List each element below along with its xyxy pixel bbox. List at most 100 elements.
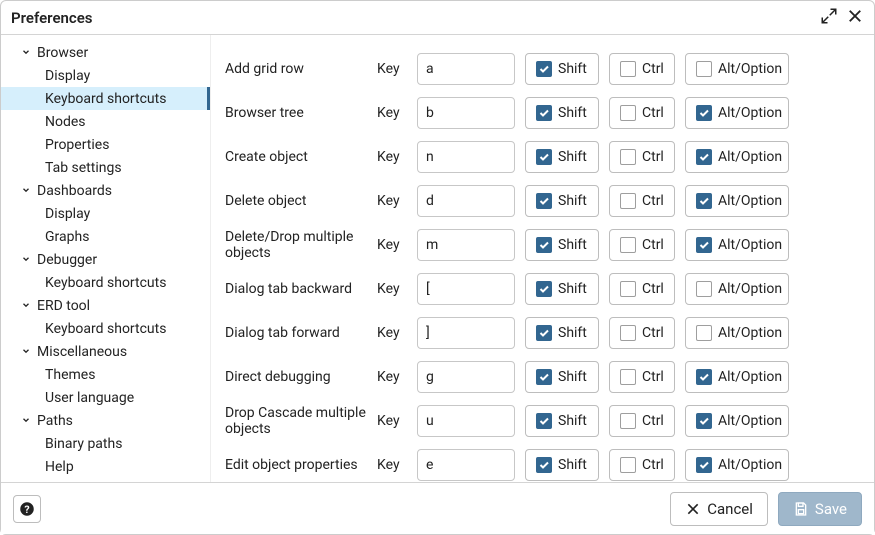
tree-item[interactable]: Display [1,202,210,225]
tree-item[interactable]: Properties [1,133,210,156]
ctrl-toggle[interactable]: Ctrl [609,141,675,173]
ctrl-toggle[interactable]: Ctrl [609,449,675,481]
key-input[interactable] [417,229,515,261]
tree-section[interactable]: ERD tool [1,294,210,317]
key-input[interactable] [417,449,515,481]
alt-toggle[interactable]: Alt/Option [685,361,789,393]
key-input[interactable] [417,53,515,85]
shift-checkbox[interactable] [536,413,552,429]
shift-toggle[interactable]: Shift [525,185,599,217]
cancel-button[interactable]: Cancel [670,492,768,526]
alt-toggle[interactable]: Alt/Option [685,317,789,349]
save-button[interactable]: Save [778,492,862,526]
alt-toggle[interactable]: Alt/Option [685,97,789,129]
ctrl-checkbox[interactable] [620,237,636,253]
ctrl-checkbox[interactable] [620,457,636,473]
shift-toggle[interactable]: Shift [525,273,599,305]
shift-toggle[interactable]: Shift [525,229,599,261]
tree-item[interactable]: Help [1,455,210,478]
shift-checkbox[interactable] [536,193,552,209]
ctrl-checkbox[interactable] [620,369,636,385]
alt-toggle[interactable]: Alt/Option [685,185,789,217]
tree-item[interactable]: Keyboard shortcuts [1,271,210,294]
shift-toggle[interactable]: Shift [525,361,599,393]
ctrl-label: Ctrl [642,325,664,341]
preferences-tree[interactable]: BrowserDisplayKeyboard shortcutsNodesPro… [1,35,211,483]
ctrl-checkbox[interactable] [620,105,636,121]
shift-checkbox[interactable] [536,149,552,165]
alt-toggle[interactable]: Alt/Option [685,449,789,481]
shift-checkbox[interactable] [536,457,552,473]
alt-toggle[interactable]: Alt/Option [685,405,789,437]
key-input[interactable] [417,141,515,173]
alt-checkbox[interactable] [696,61,712,77]
alt-checkbox[interactable] [696,237,712,253]
shift-toggle[interactable]: Shift [525,449,599,481]
tree-item[interactable]: Tab settings [1,156,210,179]
ctrl-toggle[interactable]: Ctrl [609,185,675,217]
ctrl-checkbox[interactable] [620,281,636,297]
shift-toggle[interactable]: Shift [525,97,599,129]
tree-item[interactable]: Keyboard shortcuts [1,87,210,110]
shift-checkbox[interactable] [536,281,552,297]
alt-toggle[interactable]: Alt/Option [685,273,789,305]
ctrl-checkbox[interactable] [620,413,636,429]
alt-checkbox[interactable] [696,325,712,341]
shift-checkbox[interactable] [536,237,552,253]
alt-checkbox[interactable] [696,281,712,297]
tree-item[interactable]: Keyboard shortcuts [1,317,210,340]
tree-item[interactable]: Display [1,64,210,87]
shift-toggle[interactable]: Shift [525,317,599,349]
tree-item[interactable]: Themes [1,363,210,386]
tree-section[interactable]: Miscellaneous [1,340,210,363]
key-input[interactable] [417,361,515,393]
shortcut-label: Dialog tab backward [219,281,367,297]
alt-checkbox[interactable] [696,149,712,165]
tree-item[interactable]: Binary paths [1,432,210,455]
tree-item-label: Display [45,68,90,84]
ctrl-toggle[interactable]: Ctrl [609,317,675,349]
alt-checkbox[interactable] [696,105,712,121]
alt-checkbox[interactable] [696,413,712,429]
alt-checkbox[interactable] [696,369,712,385]
ctrl-toggle[interactable]: Ctrl [609,273,675,305]
key-input[interactable] [417,185,515,217]
key-input[interactable] [417,317,515,349]
alt-toggle[interactable]: Alt/Option [685,53,789,85]
shift-toggle[interactable]: Shift [525,405,599,437]
ctrl-toggle[interactable]: Ctrl [609,361,675,393]
shift-toggle[interactable]: Shift [525,53,599,85]
ctrl-checkbox[interactable] [620,325,636,341]
ctrl-checkbox[interactable] [620,61,636,77]
tree-section[interactable]: Browser [1,41,210,64]
ctrl-toggle[interactable]: Ctrl [609,405,675,437]
alt-toggle[interactable]: Alt/Option [685,141,789,173]
close-icon[interactable] [846,7,864,29]
key-input[interactable] [417,97,515,129]
key-input[interactable] [417,405,515,437]
shift-checkbox[interactable] [536,369,552,385]
alt-checkbox[interactable] [696,193,712,209]
tree-section[interactable]: Debugger [1,248,210,271]
alt-checkbox[interactable] [696,457,712,473]
ctrl-toggle[interactable]: Ctrl [609,97,675,129]
key-input[interactable] [417,273,515,305]
expand-icon[interactable] [820,7,838,29]
ctrl-toggle[interactable]: Ctrl [609,53,675,85]
shift-checkbox[interactable] [536,61,552,77]
tree-section[interactable]: Dashboards [1,179,210,202]
shortcut-label: Dialog tab forward [219,325,367,341]
tree-item[interactable]: Nodes [1,110,210,133]
shift-toggle[interactable]: Shift [525,141,599,173]
alt-toggle[interactable]: Alt/Option [685,229,789,261]
shift-checkbox[interactable] [536,105,552,121]
tree-item[interactable]: User language [1,386,210,409]
key-column-label: Key [377,413,407,429]
help-button[interactable]: ? [13,495,41,523]
tree-item[interactable]: Graphs [1,225,210,248]
shift-checkbox[interactable] [536,325,552,341]
ctrl-toggle[interactable]: Ctrl [609,229,675,261]
ctrl-checkbox[interactable] [620,193,636,209]
tree-section[interactable]: Paths [1,409,210,432]
ctrl-checkbox[interactable] [620,149,636,165]
